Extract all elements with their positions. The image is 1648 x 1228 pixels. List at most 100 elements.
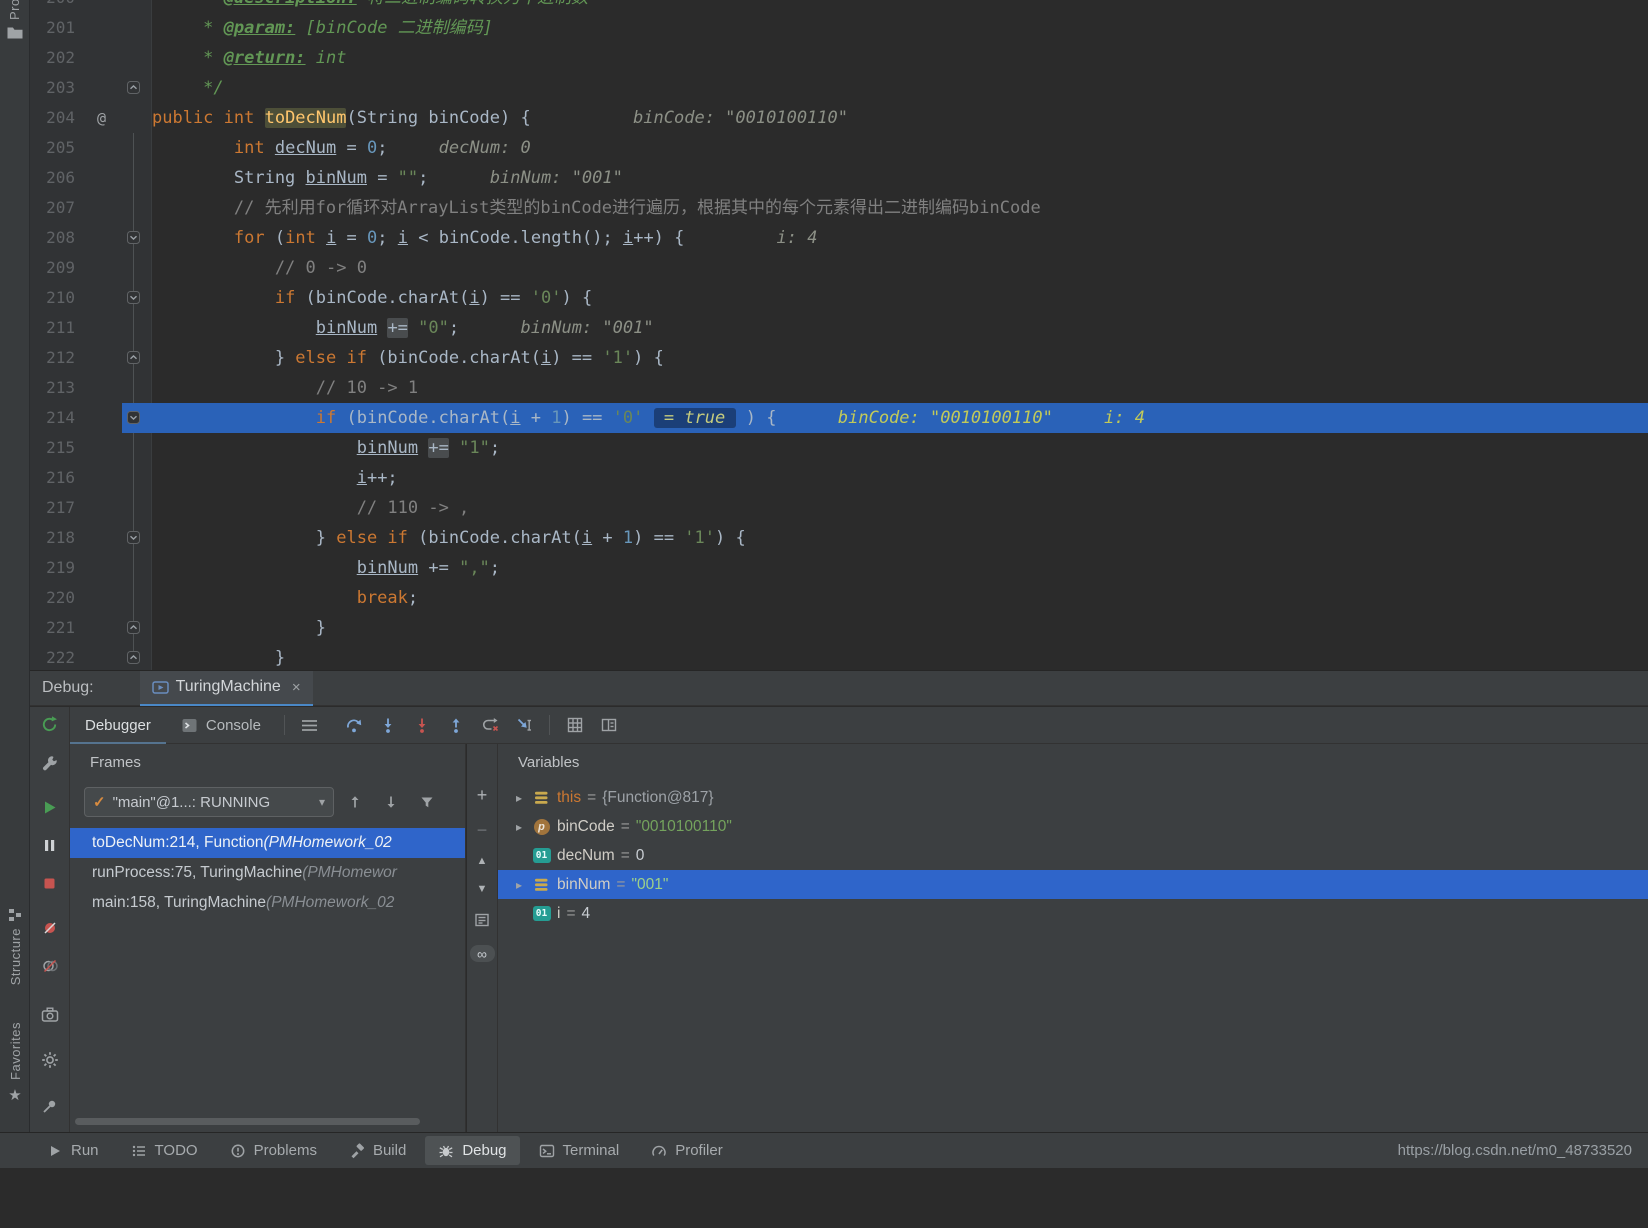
pause-button[interactable] — [36, 831, 64, 859]
statusbar-item-run[interactable]: Run — [34, 1136, 112, 1165]
code-line-204[interactable]: 204@public int toDecNum(String binCode) … — [30, 103, 1648, 133]
add-watch-button[interactable]: + — [477, 786, 488, 804]
variable-row-binNum[interactable]: ▸binNum = "001" — [498, 870, 1648, 899]
fold-collapse-icon[interactable] — [127, 411, 140, 424]
restore-layout-button[interactable] — [474, 912, 490, 928]
gutter-cell[interactable] — [75, 133, 152, 163]
run-to-cursor-button[interactable] — [507, 710, 541, 740]
gutter-cell[interactable] — [75, 463, 152, 493]
tab-debugger[interactable]: Debugger — [70, 707, 166, 744]
gutter-cell[interactable] — [75, 283, 152, 313]
debugger-settings-wrench-button[interactable] — [36, 749, 64, 777]
fold-collapse-icon[interactable] — [127, 531, 140, 544]
variable-row-i[interactable]: 01i = 4 — [498, 899, 1648, 928]
statusbar-item-profiler[interactable]: Profiler — [638, 1136, 736, 1165]
thread-dump-camera-button[interactable] — [36, 1000, 64, 1028]
gutter-cell[interactable] — [75, 553, 152, 583]
code-line-218[interactable]: 218 } else if (binCode.charAt(i + 1) == … — [30, 523, 1648, 553]
expand-chevron-icon[interactable]: ▸ — [512, 791, 526, 805]
gutter-cell[interactable] — [75, 73, 152, 103]
project-stripe-label[interactable]: Pro — [7, 0, 22, 20]
variable-row-decNum[interactable]: 01decNum = 0 — [498, 841, 1648, 870]
gutter-cell[interactable] — [75, 163, 152, 193]
gutter-cell[interactable] — [75, 433, 152, 463]
step-over-button[interactable] — [337, 710, 371, 740]
statusbar-item-problems[interactable]: Problems — [217, 1136, 330, 1165]
code-line-206[interactable]: 206 String binNum = ""; binNum: "001" — [30, 163, 1648, 193]
sidebar-item-structure[interactable]: Structure — [0, 908, 30, 985]
code-line-205[interactable]: 205 int decNum = 0; decNum: 0 — [30, 133, 1648, 163]
remove-watch-button[interactable]: − — [477, 821, 488, 839]
force-step-into-button[interactable] — [405, 710, 439, 740]
code-line-220[interactable]: 220 break; — [30, 583, 1648, 613]
fold-expand-icon[interactable] — [127, 81, 140, 94]
code-line-207[interactable]: 207 // 先利用for循环对ArrayList类型的binCode进行遍历，… — [30, 193, 1648, 223]
project-folder-icon[interactable] — [6, 24, 24, 40]
fold-collapse-icon[interactable] — [127, 291, 140, 304]
code-line-214[interactable]: 214 if (binCode.charAt(i + 1) == '0' = t… — [30, 403, 1648, 433]
gutter-cell[interactable] — [75, 343, 152, 373]
code-line-221[interactable]: 221 } — [30, 613, 1648, 643]
statusbar-item-terminal[interactable]: Terminal — [526, 1136, 633, 1165]
code-line-208[interactable]: 208 for (int i = 0; i < binCode.length()… — [30, 223, 1648, 253]
evaluate-grid-button[interactable] — [558, 710, 592, 740]
rerun-debug-button[interactable] — [36, 710, 64, 738]
code-line-217[interactable]: 217 // 110 -> , — [30, 493, 1648, 523]
code-editor[interactable]: 200 * @description: 将二进制编码转换为十进制数201 * @… — [30, 0, 1648, 670]
gutter-cell[interactable] — [75, 493, 152, 523]
code-line-210[interactable]: 210 if (binCode.charAt(i) == '0') { — [30, 283, 1648, 313]
gutter-cell[interactable] — [75, 643, 152, 670]
code-line-200[interactable]: 200 * @description: 将二进制编码转换为十进制数 — [30, 0, 1648, 13]
gutter-cell[interactable] — [75, 223, 152, 253]
stack-frame-row[interactable]: toDecNum:214, Function (PMHomework_02 — [70, 828, 465, 858]
previous-frame-button[interactable] — [340, 788, 370, 816]
view-breakpoints-button[interactable] — [36, 914, 64, 942]
step-out-button[interactable] — [439, 710, 473, 740]
stop-button[interactable] — [36, 869, 64, 897]
fold-expand-icon[interactable] — [127, 621, 140, 634]
close-tab-icon[interactable]: × — [292, 679, 301, 696]
layout-settings-button[interactable] — [592, 710, 626, 740]
code-line-212[interactable]: 212 } else if (binCode.charAt(i) == '1')… — [30, 343, 1648, 373]
gutter-cell[interactable] — [75, 43, 152, 73]
code-line-211[interactable]: 211 binNum += "0"; binNum: "001" — [30, 313, 1648, 343]
scroll-down-button[interactable]: ▼ — [477, 884, 488, 895]
code-line-213[interactable]: 213 // 10 -> 1 — [30, 373, 1648, 403]
gutter-cell[interactable] — [75, 0, 152, 13]
horizontal-scrollbar[interactable] — [75, 1118, 420, 1125]
gutter-cell[interactable] — [75, 13, 152, 43]
gutter-cell[interactable] — [75, 523, 152, 553]
thread-dropdown[interactable]: ✓ "main"@1...: RUNNING ▾ — [84, 787, 334, 817]
stack-frame-row[interactable]: main:158, TuringMachine (PMHomework_02 — [70, 888, 465, 918]
tab-console[interactable]: Console — [166, 707, 276, 744]
fold-collapse-icon[interactable] — [127, 231, 140, 244]
fold-expand-icon[interactable] — [127, 651, 140, 664]
next-frame-button[interactable] — [376, 788, 406, 816]
code-line-216[interactable]: 216 i++; — [30, 463, 1648, 493]
async-stacks-toggle[interactable]: ∞ — [470, 945, 495, 962]
code-line-222[interactable]: 222 } — [30, 643, 1648, 670]
fold-expand-icon[interactable] — [127, 351, 140, 364]
expand-chevron-icon[interactable]: ▸ — [512, 878, 526, 892]
scroll-up-button[interactable]: ▲ — [477, 856, 488, 867]
pin-tab-button[interactable] — [36, 1092, 64, 1120]
gutter-cell[interactable] — [75, 253, 152, 283]
stack-frame-row[interactable]: runProcess:75, TuringMachine (PMHomewor — [70, 858, 465, 888]
statusbar-item-debug[interactable]: Debug — [425, 1136, 519, 1165]
session-tab-turingmachine[interactable]: TuringMachine × — [140, 671, 313, 706]
code-line-203[interactable]: 203 */ — [30, 73, 1648, 103]
gutter-cell[interactable] — [75, 583, 152, 613]
code-line-215[interactable]: 215 binNum += "1"; — [30, 433, 1648, 463]
code-line-209[interactable]: 209 // 0 -> 0 — [30, 253, 1648, 283]
gutter-cell[interactable]: @ — [75, 103, 152, 133]
expand-chevron-icon[interactable]: ▸ — [512, 820, 526, 834]
gutter-cell[interactable] — [75, 313, 152, 343]
settings-gear-button[interactable] — [36, 1046, 64, 1074]
mute-breakpoints-button[interactable] — [36, 952, 64, 980]
statusbar-item-todo[interactable]: TODO — [118, 1136, 211, 1165]
code-line-219[interactable]: 219 binNum += ","; — [30, 553, 1648, 583]
variable-row-binCode[interactable]: ▸pbinCode = "0010100110" — [498, 812, 1648, 841]
hide-frames-filter-button[interactable] — [412, 788, 442, 816]
drop-frame-button[interactable] — [473, 710, 507, 740]
gutter-cell[interactable] — [75, 613, 152, 643]
